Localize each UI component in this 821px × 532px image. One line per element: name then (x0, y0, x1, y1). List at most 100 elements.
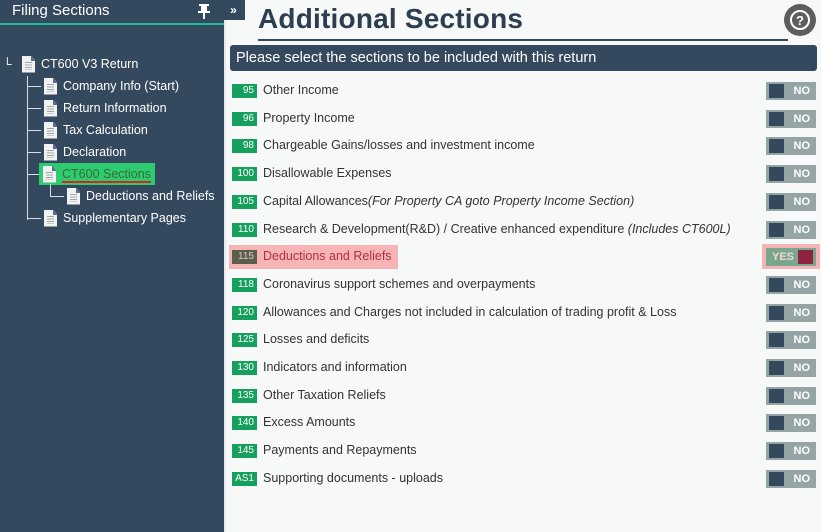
tree-connector (27, 152, 41, 153)
section-code-badge: 125 (232, 333, 257, 348)
toggle-knob (798, 250, 813, 265)
tree-node-company-info-start[interactable]: Company Info (Start) (44, 76, 179, 96)
section-label: Excess Amounts (263, 415, 355, 429)
section-title: Deductions and Reliefs (263, 249, 392, 264)
toggle-state-label: NO (793, 112, 811, 125)
section-code-badge: 100 (232, 167, 257, 182)
document-icon (44, 99, 57, 117)
toggle-state-label: NO (793, 472, 811, 485)
include-section-toggle[interactable]: NO (766, 469, 816, 488)
include-section-toggle[interactable]: NO (766, 359, 816, 377)
section-code-badge: 95 (232, 84, 257, 98)
toggle-state-label: NO (793, 334, 811, 347)
tree-node-return-information[interactable]: Return Information (44, 98, 167, 118)
section-code-badge: 120 (232, 305, 257, 320)
tree-node-root[interactable]: CT600 V3 Return (22, 54, 138, 74)
tree-node-supplementary-pages[interactable]: Supplementary Pages (44, 208, 186, 228)
section-code-badge: 96 (232, 111, 257, 126)
sidebar-header: Filing Sections (0, 0, 224, 25)
section-row: 118 Coronavirus support schemes and overp… (226, 273, 821, 300)
toggle-knob (769, 111, 784, 126)
section-row: 110 Research & Development(R&D) / Creativ… (226, 218, 821, 245)
section-title: Indicators and information (263, 360, 407, 374)
toggle-state-label: NO (793, 445, 811, 458)
document-icon (44, 77, 57, 95)
tree-node-ct600-sections[interactable]: CT600 Sections (39, 163, 155, 185)
toggle-state-label: YES (772, 251, 795, 264)
section-code-badge: 105 (232, 194, 257, 209)
pin-icon[interactable] (198, 4, 212, 20)
section-row: 130 Indicators and information NO (226, 356, 821, 383)
section-title: Property Income (263, 110, 355, 125)
section-row: 135 Other Taxation Reliefs NO (226, 384, 821, 411)
section-title: Coronavirus support schemes and overpaym… (263, 276, 536, 291)
section-row: 98 Chargeable Gains/losses and investment… (226, 134, 821, 161)
section-title: Disallowable Expenses (263, 166, 392, 181)
include-section-toggle[interactable]: NO (766, 220, 816, 239)
section-row: 105 Capital Allowances(For Property CA go… (226, 190, 821, 217)
include-section-toggle[interactable]: NO (766, 303, 816, 322)
section-title: Excess Amounts (263, 415, 356, 430)
toggle-knob (769, 388, 784, 403)
include-section-toggle[interactable]: NO (766, 386, 816, 405)
tree-node-deductions-and-reliefs[interactable]: Deductions and Reliefs (67, 186, 215, 206)
section-title: Losses and deficits (263, 332, 370, 347)
instruction-banner: Please select the sections to be include… (230, 45, 817, 71)
section-label: Chargeable Gains/losses and investment i… (263, 138, 535, 152)
section-label: Capital Allowances(For Property CA goto … (263, 194, 634, 208)
include-section-toggle[interactable]: NO (766, 442, 816, 461)
include-section-toggle[interactable]: NO (766, 137, 816, 156)
tree-connector (27, 86, 41, 87)
toggle-knob (769, 222, 784, 237)
document-icon (44, 121, 57, 139)
section-title: Chargeable Gains/losses and investment i… (263, 138, 535, 153)
section-row: AS1 Supporting documents - uploads NO (226, 467, 821, 494)
include-section-toggle[interactable]: NO (766, 165, 816, 184)
sidebar-title: Filing Sections (12, 2, 110, 19)
include-section-toggle[interactable]: NO (766, 275, 816, 294)
document-icon (67, 187, 80, 205)
tree-node-label: Return Information (63, 101, 167, 115)
include-section-toggle[interactable]: NO (766, 414, 816, 433)
toggle-knob (769, 305, 784, 320)
toggle-state-label: NO (793, 389, 811, 402)
include-section-toggle[interactable]: NO (766, 82, 816, 100)
section-label: Supporting documents - uploads (263, 471, 443, 485)
toggle-state-label: NO (793, 168, 811, 181)
include-section-toggle[interactable]: NO (766, 331, 816, 350)
tree-node-label: CT600 V3 Return (41, 57, 139, 71)
section-row: 125 Losses and deficits NO (226, 328, 821, 355)
section-title: Payments and Repayments (263, 443, 417, 458)
section-title: Other Taxation Reliefs (263, 387, 386, 402)
document-icon (44, 143, 57, 161)
help-button[interactable]: ? (784, 4, 816, 36)
tree-node-tax-calculation[interactable]: Tax Calculation (44, 120, 148, 140)
include-section-toggle[interactable]: NO (766, 109, 816, 128)
toggle-state-label: NO (793, 417, 811, 430)
section-code-badge: 118 (232, 277, 257, 292)
document-icon (43, 165, 56, 183)
toggle-state-label: NO (793, 140, 811, 153)
tree-node-declaration[interactable]: Declaration (44, 142, 126, 162)
tree-connector (27, 76, 28, 220)
page-title: Additional Sections (258, 3, 524, 34)
tree-node-label: Tax Calculation (63, 123, 148, 137)
section-code-badge: AS1 (232, 471, 257, 486)
section-title: Allowances and Charges not included in c… (263, 304, 677, 319)
tree-connector (27, 218, 41, 219)
tree-node-label: Deductions and Reliefs (86, 189, 215, 203)
include-section-toggle[interactable]: YES (766, 248, 816, 267)
section-title: Capital Allowances (263, 193, 368, 208)
section-code-badge: 140 (232, 416, 257, 431)
toggle-knob (769, 84, 784, 98)
tree-node-label: CT600 Sections (62, 167, 151, 181)
collapse-sidebar-button[interactable]: » (222, 0, 245, 20)
section-code-badge: 115 (232, 250, 257, 265)
tree-node-label: Company Info (Start) (63, 79, 180, 93)
include-section-toggle[interactable]: NO (766, 192, 816, 211)
section-label: Losses and deficits (263, 332, 369, 346)
toggle-state-label: NO (793, 223, 811, 236)
section-code-badge: 145 (232, 444, 257, 459)
toggle-knob (769, 444, 784, 459)
tree-connector (27, 130, 41, 131)
